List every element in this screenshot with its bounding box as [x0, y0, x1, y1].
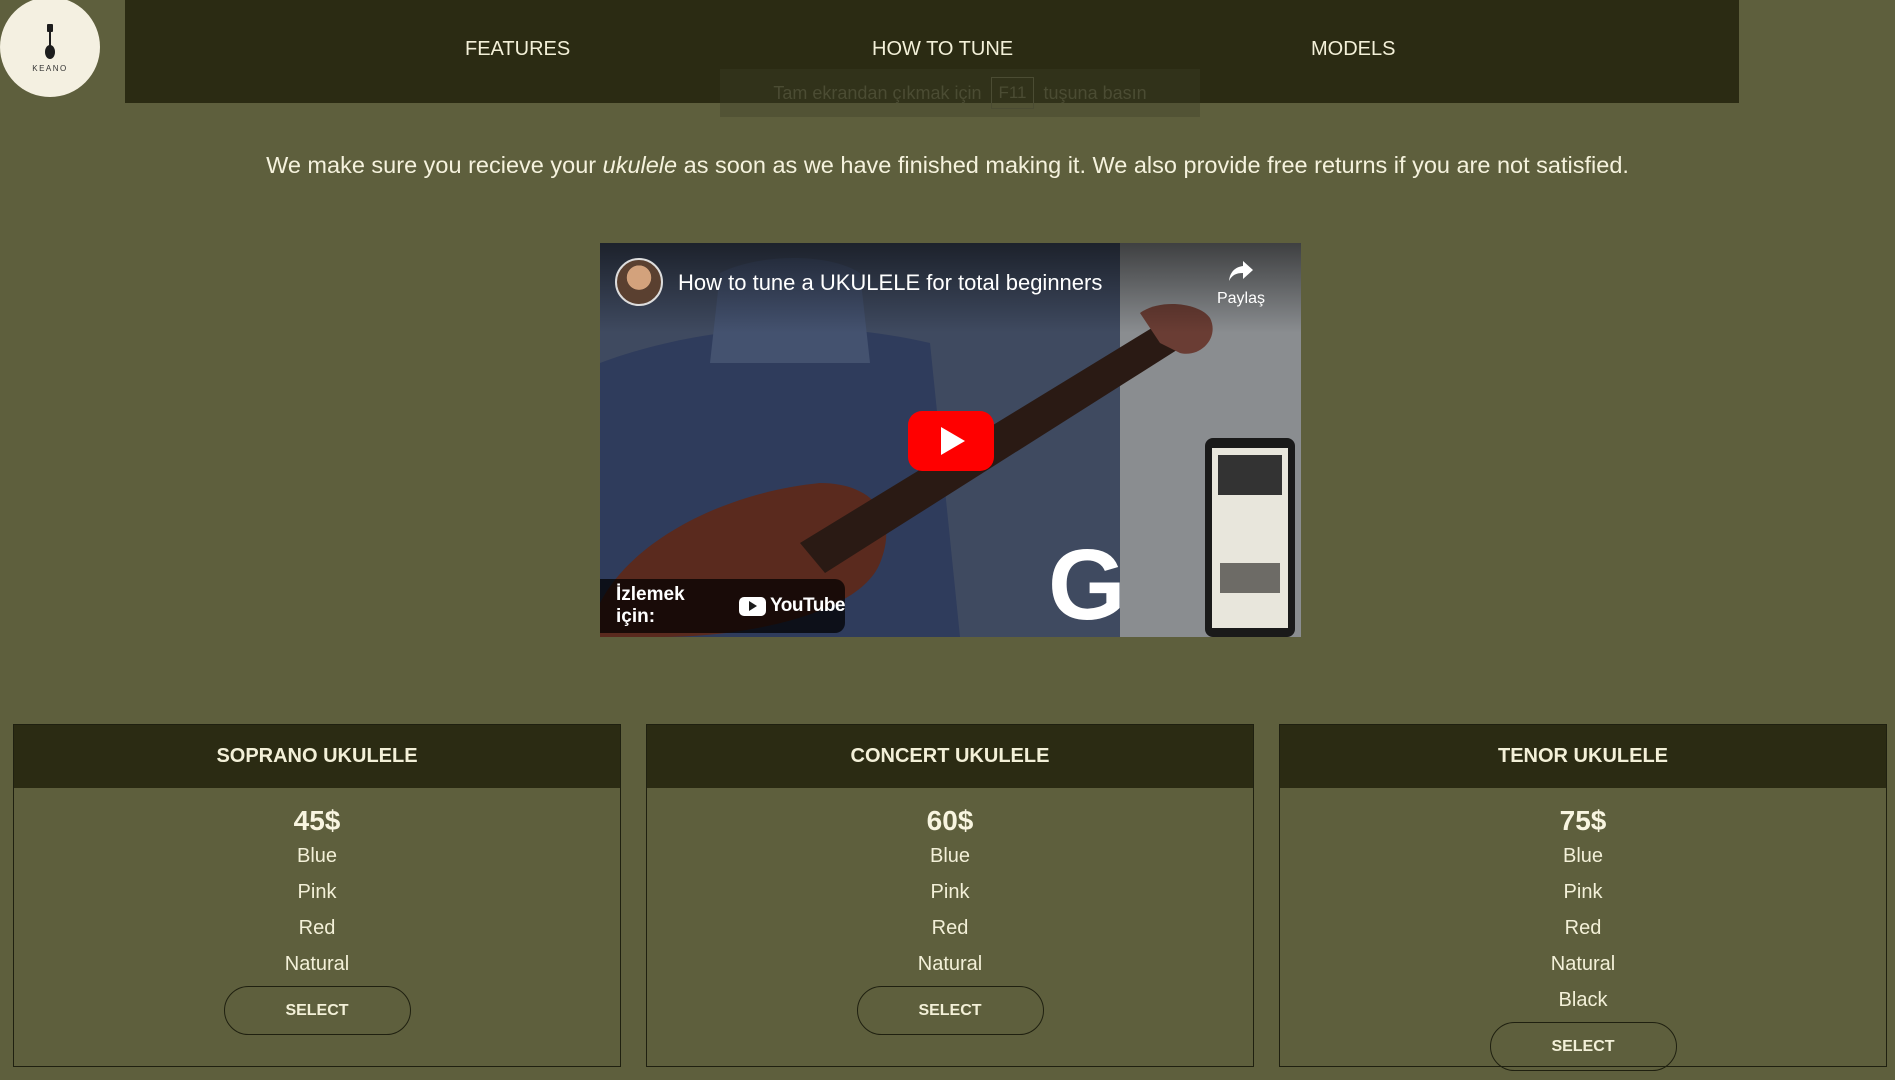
fullscreen-hint-key: F11	[991, 77, 1034, 109]
video-overlay-letter: G	[1048, 529, 1126, 637]
product-option: Blue	[296, 845, 338, 867]
play-icon	[941, 427, 965, 455]
nav-link-models[interactable]: MODELS	[1311, 38, 1395, 61]
product-option: Natural	[284, 953, 350, 975]
nav-link-features[interactable]: FEATURES	[465, 38, 570, 61]
intro-text-start: We make sure you recieve your	[266, 151, 603, 178]
youtube-wordmark: YouTube	[770, 595, 845, 616]
product-option: Pink	[930, 881, 970, 903]
intro-emphasis: ukulele	[602, 151, 678, 178]
logo-text: KEANO	[32, 63, 68, 73]
product-price: 75$	[1559, 805, 1607, 836]
select-button-soprano[interactable]: SELECT	[223, 986, 411, 1035]
product-card-title: TENOR UKULELE	[1280, 725, 1886, 788]
product-option: Natural	[917, 953, 983, 975]
product-card-concert: CONCERT UKULELE 60$ Blue Pink Red Natura…	[646, 724, 1254, 1067]
product-card-soprano: SOPRANO UKULELE 45$ Blue Pink Red Natura…	[13, 724, 621, 1067]
intro-text: We make sure you recieve your ukulele as…	[0, 152, 1895, 179]
intro-text-end: as soon as we have finished making it. W…	[677, 151, 1629, 178]
product-option: Red	[1564, 917, 1602, 939]
product-price: 45$	[293, 805, 341, 836]
select-button-concert[interactable]: SELECT	[856, 986, 1044, 1035]
play-button[interactable]	[908, 411, 994, 471]
share-label: Paylaş	[1216, 290, 1266, 307]
product-card-title: SOPRANO UKULELE	[14, 725, 620, 788]
product-price: 60$	[926, 805, 974, 836]
product-option: Blue	[929, 845, 971, 867]
product-option: Red	[931, 917, 969, 939]
product-option: Black	[1558, 989, 1608, 1011]
video-title[interactable]: How to tune a UKULELE for total beginner…	[678, 270, 1102, 296]
brand-logo[interactable]: KEANO	[0, 0, 100, 97]
product-option: Blue	[1562, 845, 1604, 867]
share-button[interactable]: Paylaş	[1209, 259, 1273, 308]
product-option: Red	[298, 917, 336, 939]
product-card-title: CONCERT UKULELE	[647, 725, 1253, 788]
share-icon	[1229, 261, 1253, 281]
youtube-logo: YouTube	[739, 595, 845, 617]
watch-on-youtube-button[interactable]: İzlemek için: YouTube	[600, 579, 845, 633]
fullscreen-hint-after: tuşuna basın	[1043, 82, 1147, 103]
product-card-tenor: TENOR UKULELE 75$ Blue Pink Red Natural …	[1279, 724, 1887, 1071]
product-option: Pink	[1563, 881, 1603, 903]
channel-avatar[interactable]	[615, 258, 663, 306]
product-option: Pink	[297, 881, 337, 903]
fullscreen-hint-before: Tam ekrandan çıkmak için	[773, 82, 982, 103]
product-option: Natural	[1550, 953, 1616, 975]
nav-link-how-to-tune[interactable]: HOW TO TUNE	[872, 38, 1013, 61]
fullscreen-exit-hint: Tam ekrandan çıkmak için F11 tuşuna bası…	[720, 69, 1200, 117]
video-embed[interactable]: How to tune a UKULELE for total beginner…	[600, 243, 1301, 637]
youtube-icon	[739, 596, 767, 616]
select-button-tenor[interactable]: SELECT	[1489, 1022, 1677, 1071]
ukulele-icon	[45, 23, 55, 59]
watch-on-label: İzlemek için:	[616, 584, 685, 627]
